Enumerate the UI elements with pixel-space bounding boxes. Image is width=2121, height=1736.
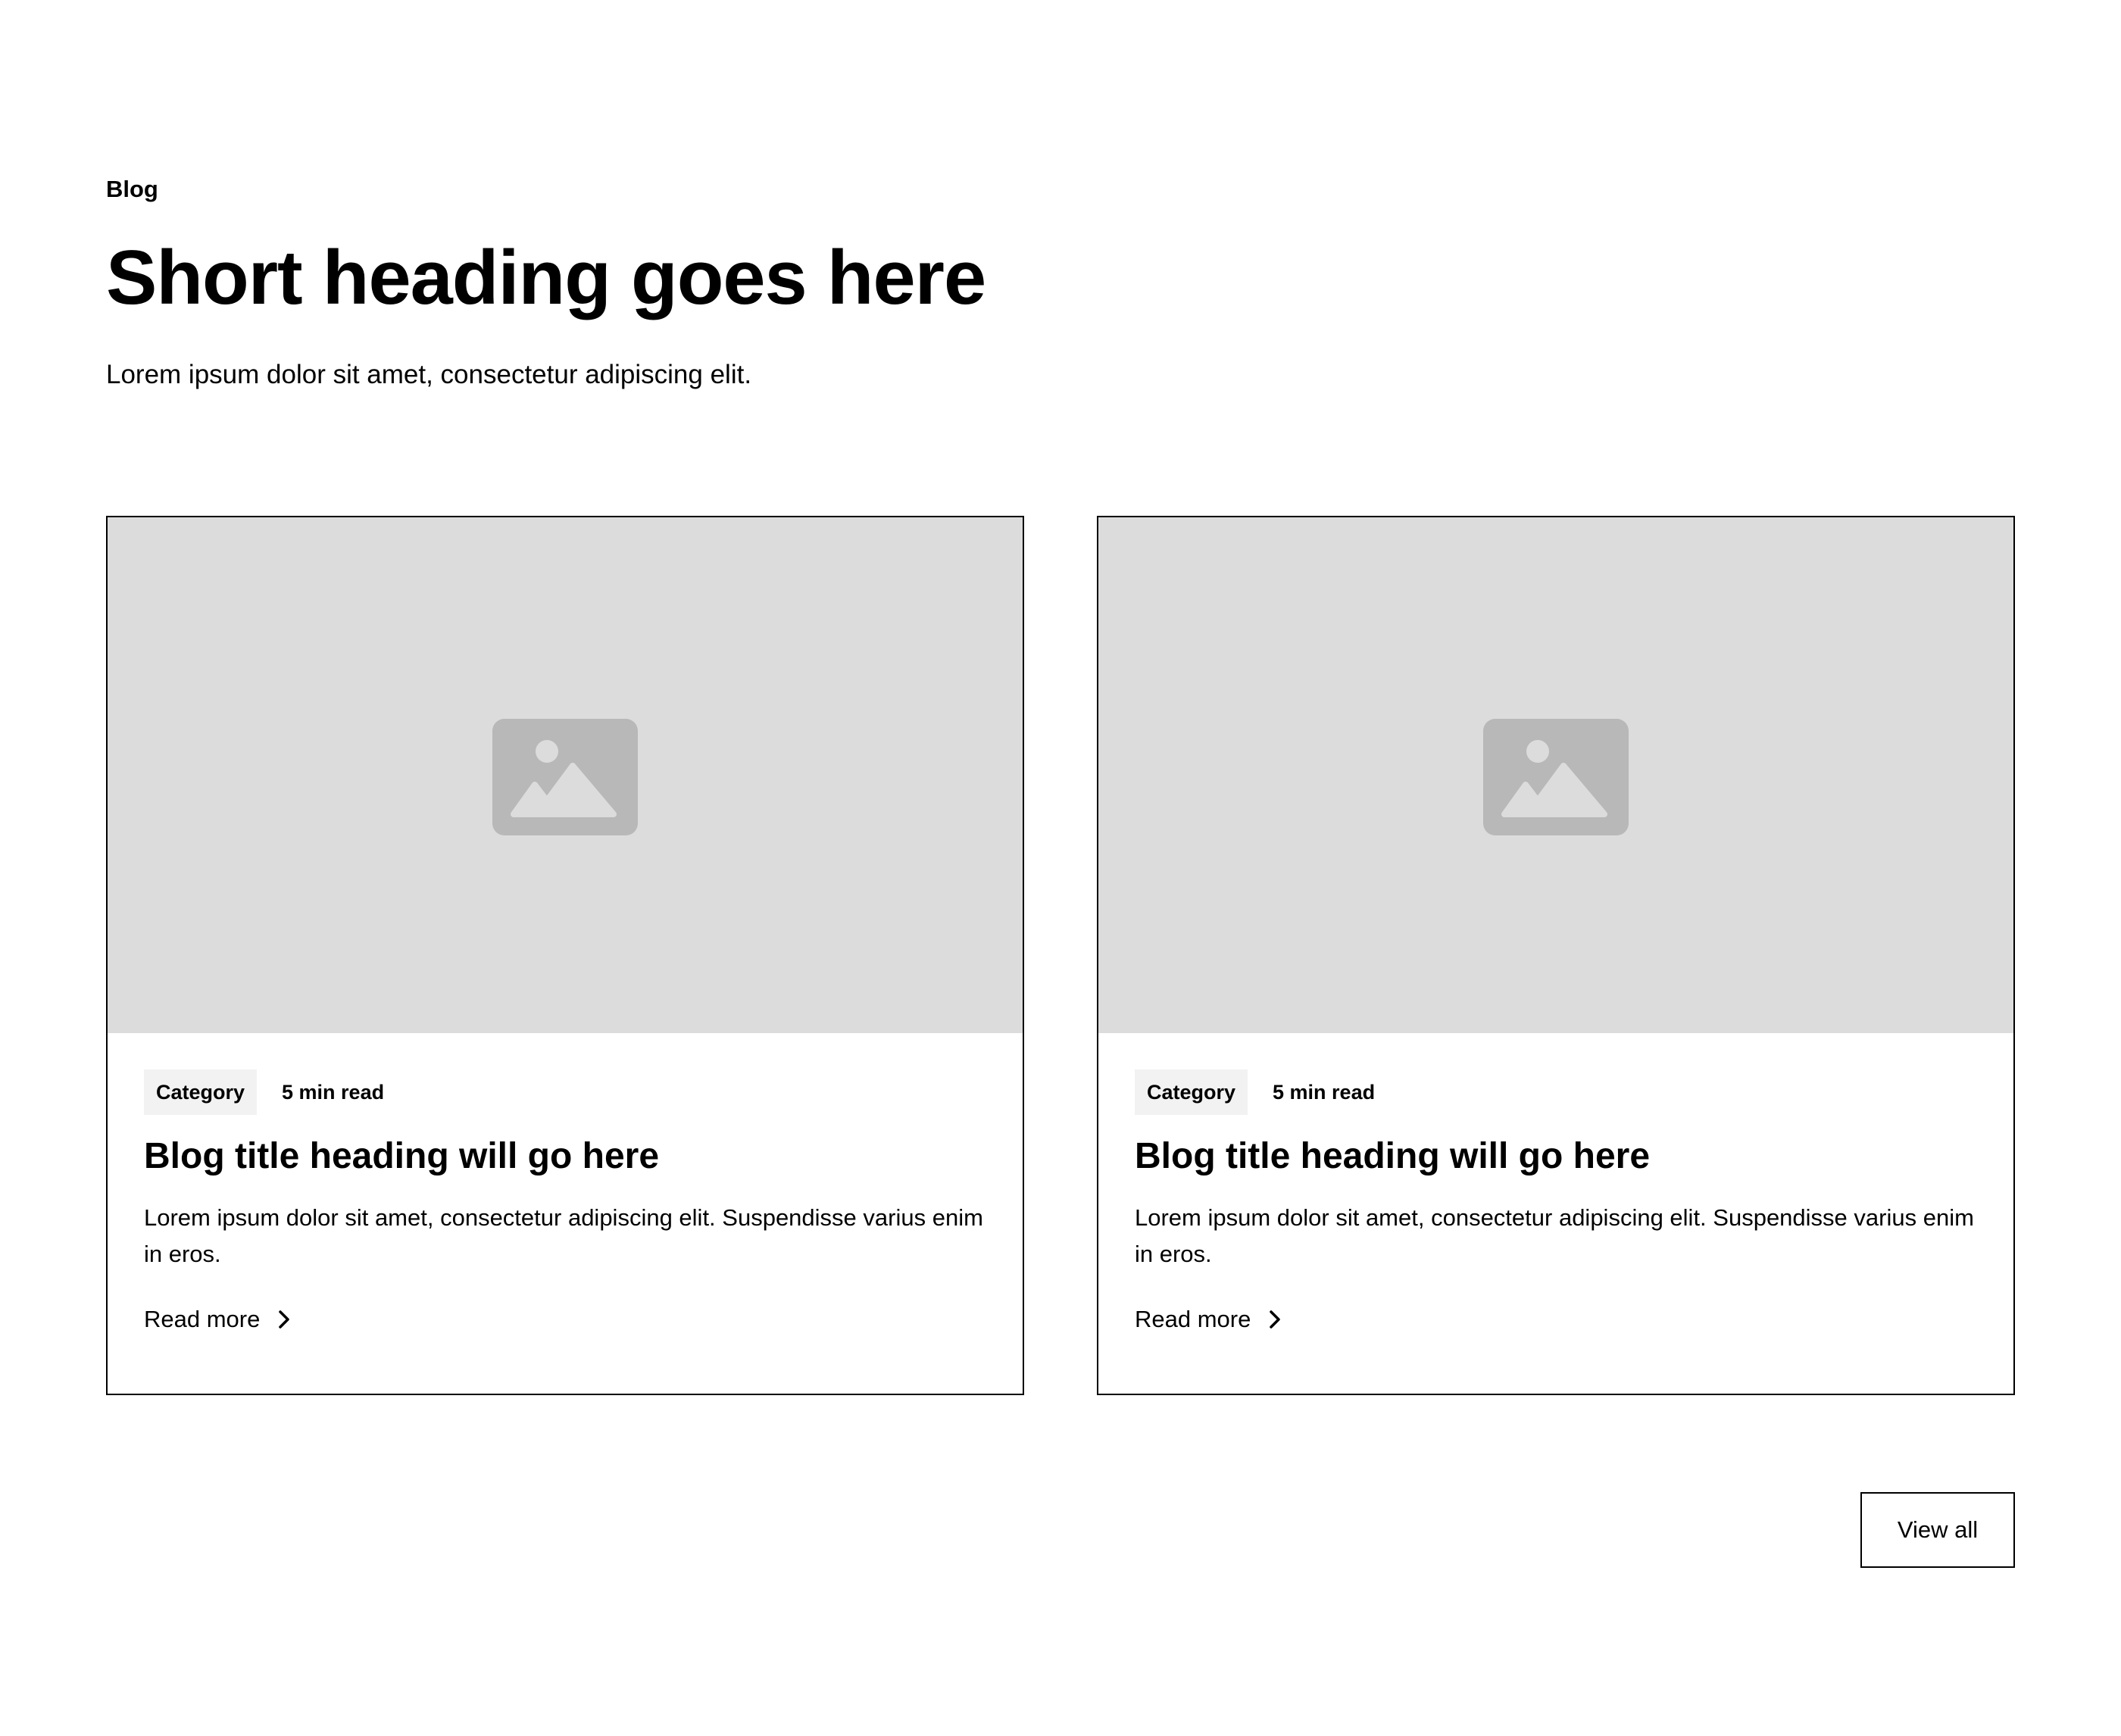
card-meta: Category 5 min read [1135,1069,1375,1115]
card-description: Lorem ipsum dolor sit amet, consectetur … [144,1204,983,1267]
blog-card: Category 5 min read Blog title heading w… [1097,516,2015,1395]
card-title[interactable]: Blog title heading will go here [1135,1132,1650,1182]
card-image [108,517,1023,1033]
view-all-button[interactable]: View all [1860,1492,2015,1568]
image-placeholder-icon [1483,719,1629,835]
read-more-link[interactable]: Read more [1135,1301,1282,1338]
blog-card-list: Category 5 min read Blog title heading w… [106,516,2015,1395]
chevron-right-icon [1270,1310,1281,1329]
read-more-link[interactable]: Read more [144,1301,292,1338]
card-meta: Category 5 min read [144,1069,384,1115]
read-time: 5 min read [282,1080,385,1104]
image-placeholder-icon [492,719,638,835]
blog-card: Category 5 min read Blog title heading w… [106,516,1024,1395]
section-tagline: Blog [106,176,158,202]
category-badge[interactable]: Category [144,1069,258,1115]
section-heading: Short heading goes here [106,236,986,320]
card-description: Lorem ipsum dolor sit amet, consectetur … [1135,1204,1974,1267]
chevron-right-icon [279,1310,290,1329]
read-time: 5 min read [1273,1080,1376,1104]
blog-section: Blog Short heading goes here Lorem ipsum… [0,0,2121,1736]
read-more-label: Read more [1135,1306,1251,1332]
category-badge[interactable]: Category [1135,1069,1248,1115]
read-more-label: Read more [144,1306,261,1332]
section-subtitle: Lorem ipsum dolor sit amet, consectetur … [106,360,752,389]
card-title[interactable]: Blog title heading will go here [144,1132,659,1182]
card-image [1098,517,2013,1033]
